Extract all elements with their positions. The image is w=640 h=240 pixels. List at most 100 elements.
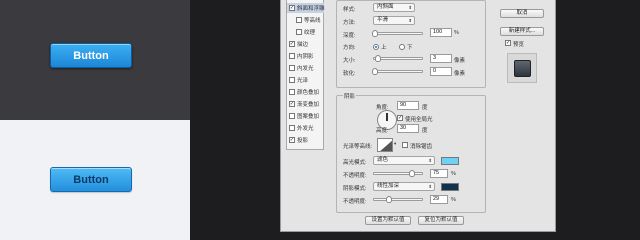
style-checkbox[interactable] — [289, 89, 295, 95]
style-list-item-label: 内发光 — [297, 66, 314, 72]
style-checkbox[interactable]: ✓ — [289, 41, 295, 47]
button-demo-light: Button — [50, 167, 132, 192]
style-list-item-label: 渐变叠加 — [297, 102, 320, 108]
highlight-color-swatch[interactable] — [441, 157, 459, 165]
style-list-item[interactable]: 图案叠加 — [287, 111, 324, 121]
antialias-label: 消除锯齿 — [410, 144, 433, 150]
style-list-item-label: 描边 — [297, 42, 309, 48]
highlight-opacity-knob[interactable] — [409, 170, 415, 177]
direction-up-radio[interactable] — [373, 44, 379, 50]
highlight-opacity-slider[interactable] — [373, 170, 423, 177]
style-list-item[interactable]: ✓ 描边 — [287, 39, 324, 49]
style-list-item-label: 纹理 — [304, 30, 316, 36]
style-list-item-label: 颜色叠加 — [297, 90, 320, 96]
style-preview-box — [507, 53, 537, 83]
select-arrows-icon: ⬍ — [408, 5, 412, 10]
size-slider[interactable] — [373, 55, 423, 62]
preview-checkbox[interactable]: ✓ — [505, 40, 511, 46]
soften-unit: 像素 — [454, 71, 466, 77]
button-demo-dark: Button — [50, 43, 132, 68]
style-list-item-label: 内阴影 — [297, 54, 314, 60]
angle-unit: 度 — [422, 105, 428, 111]
soften-slider-knob[interactable] — [372, 68, 378, 75]
cancel-button[interactable]: 取消 — [500, 9, 544, 18]
method-select[interactable]: 平滑 ⬍ — [373, 16, 415, 25]
size-slider-knob[interactable] — [375, 55, 381, 62]
shadow-mode-value: 线性加深 — [377, 183, 400, 189]
global-light-label: 使用全局光 — [405, 117, 433, 123]
antialias-checkbox[interactable] — [402, 142, 408, 148]
shadow-color-swatch[interactable] — [441, 183, 459, 191]
select-arrows-icon: ⬍ — [408, 18, 412, 23]
style-checkbox[interactable] — [289, 125, 295, 131]
style-checkbox[interactable] — [296, 17, 302, 23]
style-checkbox[interactable] — [289, 65, 295, 71]
soften-slider[interactable] — [372, 68, 423, 75]
highlight-mode-select[interactable]: 滤色 ⬍ — [373, 156, 435, 165]
style-checkbox[interactable]: ✓ — [289, 101, 295, 107]
shadow-opacity-slider[interactable] — [373, 196, 423, 203]
style-select[interactable]: 内斜面 ⬍ — [373, 3, 415, 12]
shadow-opacity-knob[interactable] — [386, 196, 392, 203]
altitude-input[interactable]: 30 — [397, 124, 419, 133]
style-checkbox[interactable] — [296, 29, 302, 35]
size-unit: 像素 — [454, 58, 466, 64]
method-select-value: 平滑 — [377, 17, 389, 23]
style-checkbox[interactable] — [289, 53, 295, 59]
style-checkbox[interactable]: ✓ — [289, 137, 295, 143]
direction-label: 方向: — [343, 45, 356, 51]
altitude-label: 高度: — [376, 128, 389, 134]
style-checkbox[interactable] — [289, 77, 295, 83]
style-list-item[interactable]: 颜色叠加 — [287, 87, 324, 97]
highlight-mode-value: 滤色 — [377, 157, 389, 163]
gloss-contour-label: 光泽等高线: — [343, 144, 373, 150]
direction-up-label: 上 — [381, 45, 387, 51]
style-list-item[interactable]: 内阴影 — [287, 51, 324, 61]
size-label: 大小: — [343, 58, 356, 64]
layer-style-dialog: ✓ 斜面和浮雕 等高线 纹理 ✓ 描边 内阴影 内发光 光泽 颜色叠加 ✓ 渐变叠加 图案叠加 外发光 ✓ 投… — [280, 0, 556, 232]
shading-title: 阴影 — [343, 92, 357, 100]
depth-slider-knob[interactable] — [372, 30, 378, 37]
styles-list: ✓ 斜面和浮雕 等高线 纹理 ✓ 描边 内阴影 内发光 光泽 颜色叠加 ✓ 渐变叠加 图案叠加 外发光 ✓ 投… — [286, 0, 325, 150]
method-label: 方法: — [343, 20, 356, 26]
depth-input[interactable]: 100 — [430, 28, 452, 37]
style-list-item[interactable]: ✓ 渐变叠加 — [287, 99, 324, 109]
soften-input[interactable]: 0 — [430, 67, 452, 76]
soften-label: 软化: — [343, 71, 356, 77]
reset-default-button[interactable]: 复位为默认值 — [418, 216, 464, 225]
new-style-button[interactable]: 新建样式... — [500, 27, 544, 36]
style-label: 样式: — [343, 7, 356, 13]
shadow-opacity-unit: % — [451, 197, 456, 203]
style-list-item[interactable]: 外发光 — [287, 123, 324, 133]
make-default-button[interactable]: 设置为默认值 — [365, 216, 411, 225]
gloss-contour-picker[interactable] — [377, 138, 393, 152]
global-light-checkbox[interactable]: ✓ — [397, 115, 403, 121]
direction-down-radio[interactable] — [399, 44, 405, 50]
style-list-item[interactable]: 内发光 — [287, 63, 324, 73]
angle-input[interactable]: 90 — [397, 101, 419, 110]
style-checkbox[interactable]: ✓ — [289, 5, 295, 11]
highlight-opacity-input[interactable]: 75 — [430, 169, 448, 178]
depth-slider[interactable] — [372, 30, 423, 37]
shadow-mode-select[interactable]: 线性加深 ⬍ — [373, 182, 435, 191]
style-list-item-label: 图案叠加 — [297, 114, 320, 120]
style-list-item[interactable]: ✓ 投影 — [287, 135, 324, 145]
shading-section — [336, 95, 486, 213]
altitude-unit: 度 — [422, 128, 428, 134]
preview-label: 预览 — [513, 42, 525, 48]
style-list-item[interactable]: 光泽 — [287, 75, 324, 85]
angle-dial-hand — [386, 113, 388, 121]
style-list-item[interactable]: ✓ 斜面和浮雕 — [287, 3, 325, 13]
highlight-mode-label: 高光模式: — [343, 160, 367, 166]
contour-dropdown-icon[interactable]: ▾ — [394, 141, 396, 147]
shadow-opacity-input[interactable]: 29 — [430, 195, 448, 204]
style-checkbox[interactable] — [289, 113, 295, 119]
style-list-item[interactable]: 纹理 — [287, 27, 324, 37]
size-input[interactable]: 3 — [430, 54, 452, 63]
style-preview-thumbnail — [514, 60, 531, 77]
style-list-item-label: 投影 — [297, 138, 309, 144]
style-list-item-label: 斜面和浮雕 — [297, 6, 325, 12]
depth-unit: % — [454, 30, 459, 36]
depth-label: 深度: — [343, 33, 356, 39]
style-list-item[interactable]: 等高线 — [287, 15, 324, 25]
